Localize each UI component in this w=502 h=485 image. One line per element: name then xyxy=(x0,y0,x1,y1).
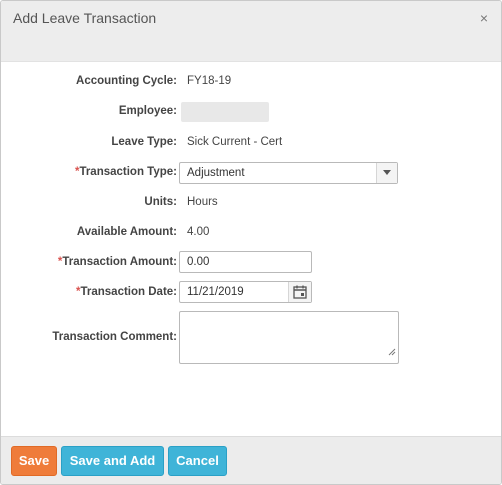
cancel-button[interactable]: Cancel xyxy=(168,446,227,476)
add-leave-transaction-dialog: Add Leave Transaction × Accounting Cycle… xyxy=(0,0,502,485)
dialog-footer: Save Save and Add Cancel xyxy=(1,436,501,484)
transaction-comment-textarea[interactable] xyxy=(179,311,399,364)
dialog-header: Add Leave Transaction × xyxy=(1,1,501,62)
calendar-icon[interactable] xyxy=(288,282,311,302)
save-and-add-button[interactable]: Save and Add xyxy=(61,446,164,476)
employee-label: Employee: xyxy=(118,105,177,117)
employee-name-redacted xyxy=(181,102,269,122)
leave-type-label: Leave Type: xyxy=(111,136,177,148)
accounting-cycle-value: FY18-19 xyxy=(187,75,232,87)
accounting-cycle-label: Accounting Cycle: xyxy=(76,75,177,87)
transaction-date-input[interactable]: 11/21/2019 xyxy=(179,281,312,303)
close-icon[interactable]: × xyxy=(480,10,488,26)
transaction-type-select[interactable]: Adjustment xyxy=(179,162,398,184)
transaction-date-value: 11/21/2019 xyxy=(187,286,244,298)
dialog-body: Accounting Cycle: FY18-19 Employee: Leav… xyxy=(1,62,501,437)
units-label: Units: xyxy=(144,196,177,208)
transaction-comment-label: Transaction Comment: xyxy=(52,331,177,343)
transaction-type-label-text: Transaction Type: xyxy=(79,166,177,178)
transaction-amount-label-text: Transaction Amount: xyxy=(62,256,177,268)
dialog-title: Add Leave Transaction xyxy=(13,10,157,26)
transaction-amount-input[interactable] xyxy=(179,251,312,273)
units-value: Hours xyxy=(187,196,218,208)
transaction-date-label-text: Transaction Date: xyxy=(80,286,178,298)
resize-grip-icon[interactable] xyxy=(388,343,396,361)
transaction-type-selected-value: Adjustment xyxy=(187,167,245,179)
transaction-date-label: *Transaction Date: xyxy=(7,286,177,298)
chevron-down-icon[interactable] xyxy=(376,163,397,183)
leave-type-value: Sick Current - Cert xyxy=(187,136,283,148)
save-button[interactable]: Save xyxy=(11,446,57,476)
transaction-amount-label: *Transaction Amount: xyxy=(7,256,177,268)
available-amount-label: Available Amount: xyxy=(76,226,177,238)
available-amount-value: 4.00 xyxy=(187,226,210,238)
transaction-type-label: *Transaction Type: xyxy=(7,166,177,178)
